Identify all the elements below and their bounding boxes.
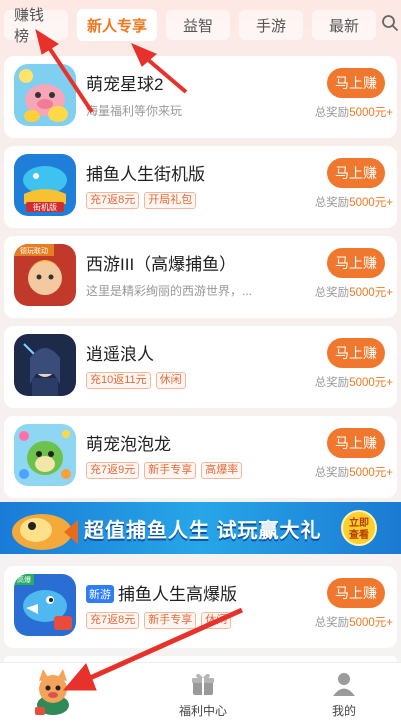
reward-label: 总奖励 [314,617,350,629]
game-title: 萌宠星球2 [86,75,164,94]
tab-label: 手游 [255,17,286,35]
tag: 开局礼包 [144,192,197,209]
nav-profile[interactable]: 我的 [309,671,379,719]
reward-amount: 5000元+ [349,617,393,629]
tab-label: 新人专享 [87,17,148,35]
game-card[interactable]: 德玩联动 西游III（高爆捕鱼） 这里是精彩绚丽的西游世界，... 马上赚 总奖… [4,236,397,318]
tag: 充10返11元 [86,372,151,389]
tag-list: 充7返8元 开局礼包 [86,192,197,209]
tag: 高爆率 [201,462,243,479]
app-icon-text: 德玩联动 [20,246,48,255]
earn-now-button[interactable]: 马上赚 [327,428,385,458]
earn-now-button[interactable]: 马上赚 [327,68,385,98]
game-card[interactable]: 街机版 捕鱼人生街机版 充7返8元 开局礼包 马上赚 总奖励5000元+ [4,146,397,228]
tag: 新手专享 [144,462,197,479]
game-card[interactable]: 萌宠泡泡龙 充7返9元 新手专享 高爆率 马上赚 总奖励5000元+ [4,416,397,498]
promo-banner[interactable]: 超值捕鱼人生 试玩赢大礼 立即 查看 [0,502,401,554]
app-icon-text: 高爆 [17,575,31,584]
game-title: 西游III（高爆捕鱼） [86,255,237,274]
total-reward: 总奖励5000元+ [315,284,393,300]
reward-amount: 5000元+ [349,377,393,389]
total-reward: 总奖励5000元+ [315,614,393,630]
reward-label: 总奖励 [314,107,350,119]
game-description: 海量福利等你来玩 [86,104,183,118]
tag: 充7返8元 [86,612,140,629]
reward-amount: 5000元+ [349,197,393,209]
nav-label: 福利中心 [178,704,227,718]
new-game-badge: 新游 [86,585,114,603]
nav-home[interactable] [18,665,88,720]
tag: 充7返9元 [86,462,140,479]
tab-label: 赚钱榜 [14,7,45,45]
bottom-nav: 福利中心 我的 [0,662,401,726]
reward-amount: 5000元+ [349,287,393,299]
reward-label: 总奖励 [314,377,350,389]
earn-now-button[interactable]: 马上赚 [327,338,385,368]
earn-now-button[interactable]: 马上赚 [327,578,385,608]
tag-list: 充10返11元 休闲 [86,372,186,389]
total-reward: 总奖励5000元+ [315,194,393,210]
nav-label: 我的 [331,704,356,718]
tag: 休闲 [201,612,232,629]
category-tabs: 赚钱榜 新人专享 益智 手游 最新 [0,0,401,50]
earn-now-button[interactable]: 马上赚 [327,248,385,278]
reward-amount: 5000元+ [349,107,393,119]
reward-label: 总奖励 [314,197,350,209]
fishing-highburst-app-icon: 高爆 [14,574,76,636]
banner-button-line: 查看 [349,530,369,541]
banner-text: 超值捕鱼人生 试玩赢大礼 [84,520,322,542]
game-title: 捕鱼人生街机版 [86,165,205,184]
total-reward: 总奖励5000元+ [315,464,393,480]
tag: 充7返8元 [86,192,140,209]
journey-west-app-icon: 德玩联动 [14,244,76,306]
fish-mascot-icon [12,514,78,550]
gift-icon [192,673,214,695]
fishing-arcade-app-icon: 街机版 [14,154,76,216]
pet-planet-app-icon [14,64,76,126]
reward-label: 总奖励 [314,287,350,299]
game-card[interactable]: 逍遥浪人 充10返11元 休闲 马上赚 总奖励5000元+ [4,326,397,408]
game-card[interactable]: 高爆 新游 捕鱼人生高爆版 充7返8元 新手专享 休闲 马上赚 总奖励5000元+ [4,566,397,648]
total-reward: 总奖励5000元+ [315,374,393,390]
tab-latest[interactable]: 最新 [312,10,376,40]
tab-label: 益智 [182,17,213,35]
search-icon[interactable] [381,14,399,32]
earn-now-button[interactable]: 马上赚 [327,158,385,188]
tag: 休闲 [155,372,186,389]
tag-list: 充7返9元 新手专享 高爆率 [86,462,243,479]
game-title: 萌宠泡泡龙 [86,435,171,454]
game-card[interactable]: 萌宠星球2 海量福利等你来玩 马上赚 总奖励5000元+ [4,56,397,138]
pet-bubble-dragon-app-icon [14,424,76,486]
tab-mobile-games[interactable]: 手游 [239,10,303,40]
game-title-text: 捕鱼人生高爆版 [118,585,237,604]
tab-newcomer[interactable]: 新人专享 [77,9,157,41]
game-description: 这里是精彩绚丽的西游世界，... [86,284,253,298]
tab-label: 最新 [328,17,359,35]
nav-welfare-center[interactable]: 福利中心 [168,671,238,719]
reward-label: 总奖励 [314,467,350,479]
banner-button-line: 立即 [349,518,369,529]
game-title: 新游 捕鱼人生高爆版 [86,580,237,605]
user-icon [333,673,355,696]
total-reward: 总奖励5000元+ [315,104,393,120]
tab-puzzle[interactable]: 益智 [166,10,230,40]
banner-view-button[interactable]: 立即 查看 [341,510,377,546]
tab-earn-ranking[interactable]: 赚钱榜 [4,7,68,45]
game-title: 逍遥浪人 [86,345,154,364]
reward-amount: 5000元+ [349,467,393,479]
mascot-icon [35,669,69,715]
app-icon-text: 街机版 [33,202,57,212]
tag: 新手专享 [144,612,197,629]
wandering-swordsman-app-icon [14,334,76,396]
tag-list: 充7返8元 新手专享 休闲 [86,612,232,629]
